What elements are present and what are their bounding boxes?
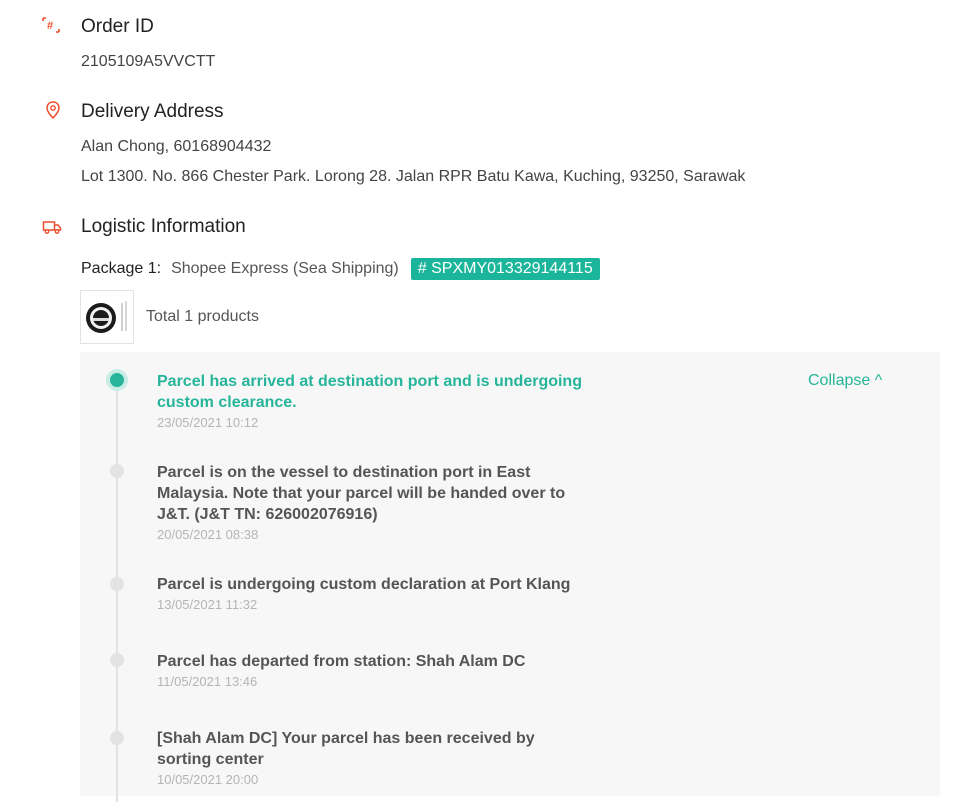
- carrier-name: Shopee Express (Sea Shipping): [171, 260, 399, 277]
- address-name-phone: Alan Chong, 60168904432: [81, 138, 272, 155]
- timeline-event-time: 23/05/2021 10:12: [157, 415, 259, 430]
- product-thumbnail[interactable]: [80, 290, 134, 344]
- hash-icon: #: [42, 17, 60, 33]
- collapse-button[interactable]: Collapse ^: [808, 372, 882, 390]
- timeline-event-time: 13/05/2021 11:32: [157, 597, 258, 612]
- package-row: Package 1: Shopee Express (Sea Shipping)…: [81, 258, 600, 280]
- ring-light-product-image: [86, 301, 127, 333]
- address-line: Lot 1300. No. 866 Chester Park. Lorong 2…: [81, 168, 746, 185]
- order-id-title: Order ID: [81, 16, 154, 37]
- timeline-event-desc: Parcel has arrived at destination port a…: [157, 373, 582, 411]
- location-pin-icon: [46, 101, 60, 120]
- timeline-event-desc: Parcel has departed from station: Shah A…: [157, 653, 526, 670]
- timeline-event-time: 11/05/2021 13:46: [157, 674, 258, 689]
- package-label: Package 1:: [81, 260, 162, 277]
- truck-icon: [42, 221, 62, 234]
- timeline-dot: [110, 577, 124, 591]
- delivery-address-title: Delivery Address: [81, 101, 224, 122]
- order-id-value: 2105109A5VVCTT: [81, 53, 216, 70]
- timeline-event-time: 10/05/2021 20:00: [157, 772, 259, 787]
- timeline-event-desc: Parcel is undergoing custom declaration …: [157, 576, 571, 593]
- tracking-timeline: Collapse ^ Parcel has arrived at destina…: [80, 352, 940, 802]
- timeline-event-desc: [Shah Alam DC] Your parcel has been rece…: [157, 730, 535, 768]
- total-products-text: Total 1 products: [146, 308, 259, 325]
- timeline-dot-active: [110, 373, 124, 387]
- svg-text:#: #: [47, 20, 53, 32]
- timeline-dot: [110, 731, 124, 745]
- timeline-event-desc: Parcel is on the vessel to destination p…: [157, 464, 566, 523]
- timeline-event-time: 20/05/2021 08:38: [157, 527, 259, 542]
- tracking-number-badge[interactable]: # SPXMY013329144115: [410, 258, 600, 280]
- timeline-dot: [110, 464, 124, 478]
- timeline-dot: [110, 653, 124, 667]
- logistic-info-title: Logistic Information: [81, 216, 246, 237]
